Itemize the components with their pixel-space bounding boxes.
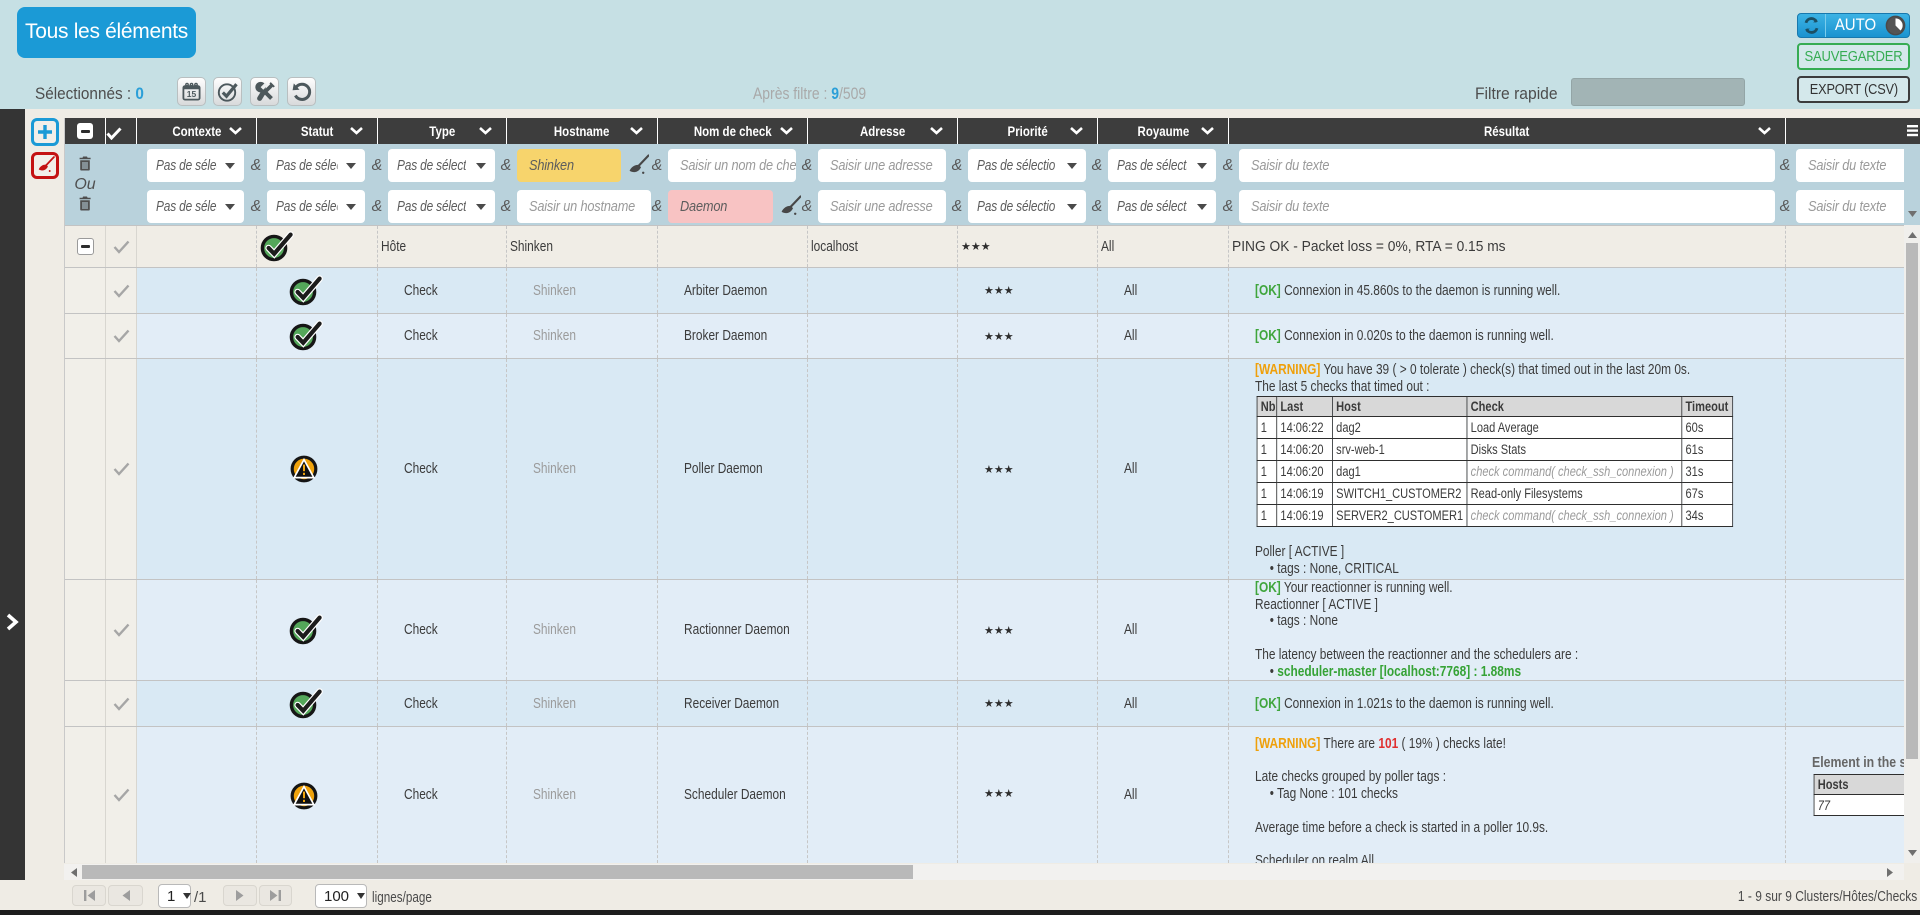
svg-text:15: 15 [187, 89, 197, 99]
